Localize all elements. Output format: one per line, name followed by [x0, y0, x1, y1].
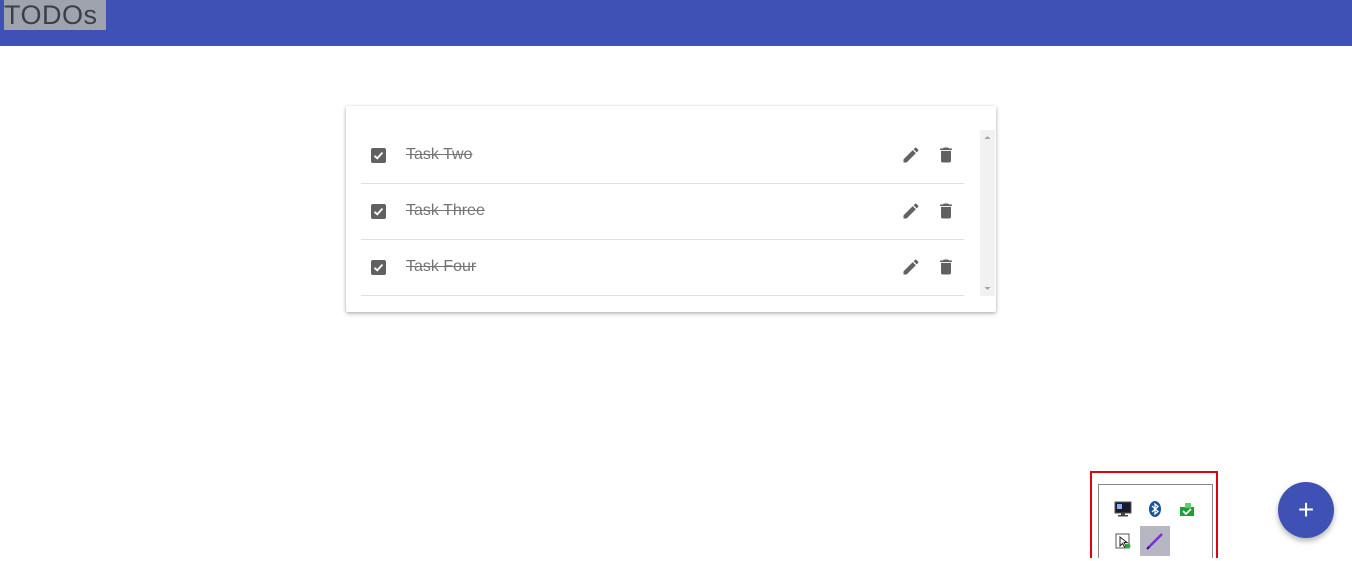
- completed-checkbox[interactable]: [371, 204, 386, 219]
- trash-icon: [940, 259, 952, 275]
- todo-list-card: Task Two Task Three Task Four: [346, 106, 996, 312]
- check-icon: [373, 207, 384, 216]
- delete-button[interactable]: [936, 257, 956, 277]
- delete-button[interactable]: [936, 201, 956, 221]
- plus-icon: +: [1297, 494, 1315, 525]
- todo-list: Task Two Task Three Task Four: [361, 128, 964, 296]
- completed-checkbox[interactable]: [371, 148, 386, 163]
- pen-tool-icon[interactable]: [1140, 526, 1170, 556]
- edit-button[interactable]: [901, 201, 921, 221]
- bluetooth-icon[interactable]: [1144, 498, 1166, 520]
- check-icon: [373, 151, 384, 160]
- app-bar: TODOs: [0, 0, 1352, 46]
- display-settings-icon[interactable]: [1112, 498, 1134, 520]
- pencil-icon: [903, 259, 919, 275]
- trash-icon: [940, 203, 952, 219]
- add-todo-button[interactable]: +: [1278, 482, 1334, 538]
- app-title: TODOs: [4, 0, 106, 30]
- edit-button[interactable]: [901, 257, 921, 277]
- task-label: Task Four: [406, 258, 477, 275]
- delete-button[interactable]: [936, 145, 956, 165]
- scroll-up-arrow[interactable]: [980, 130, 995, 145]
- task-label: Task Two: [406, 146, 473, 163]
- task-label: Task Three: [406, 202, 485, 219]
- pencil-icon: [903, 203, 919, 219]
- list-scrollbar[interactable]: [980, 130, 995, 296]
- pointer-tool-icon[interactable]: [1112, 530, 1134, 552]
- scroll-down-arrow[interactable]: [980, 281, 995, 296]
- pencil-icon: [903, 147, 919, 163]
- todo-item: Task Three: [361, 184, 964, 240]
- todo-item: Task Two: [361, 128, 964, 184]
- check-icon: [373, 263, 384, 272]
- arrow-up-icon: [984, 136, 991, 139]
- edit-button[interactable]: [901, 145, 921, 165]
- completed-checkbox[interactable]: [371, 260, 386, 275]
- todo-item: Task Four: [361, 240, 964, 296]
- arrow-down-icon: [984, 287, 991, 290]
- network-share-icon[interactable]: [1176, 498, 1198, 520]
- system-tray-overflow: [1098, 484, 1213, 558]
- trash-icon: [940, 147, 952, 163]
